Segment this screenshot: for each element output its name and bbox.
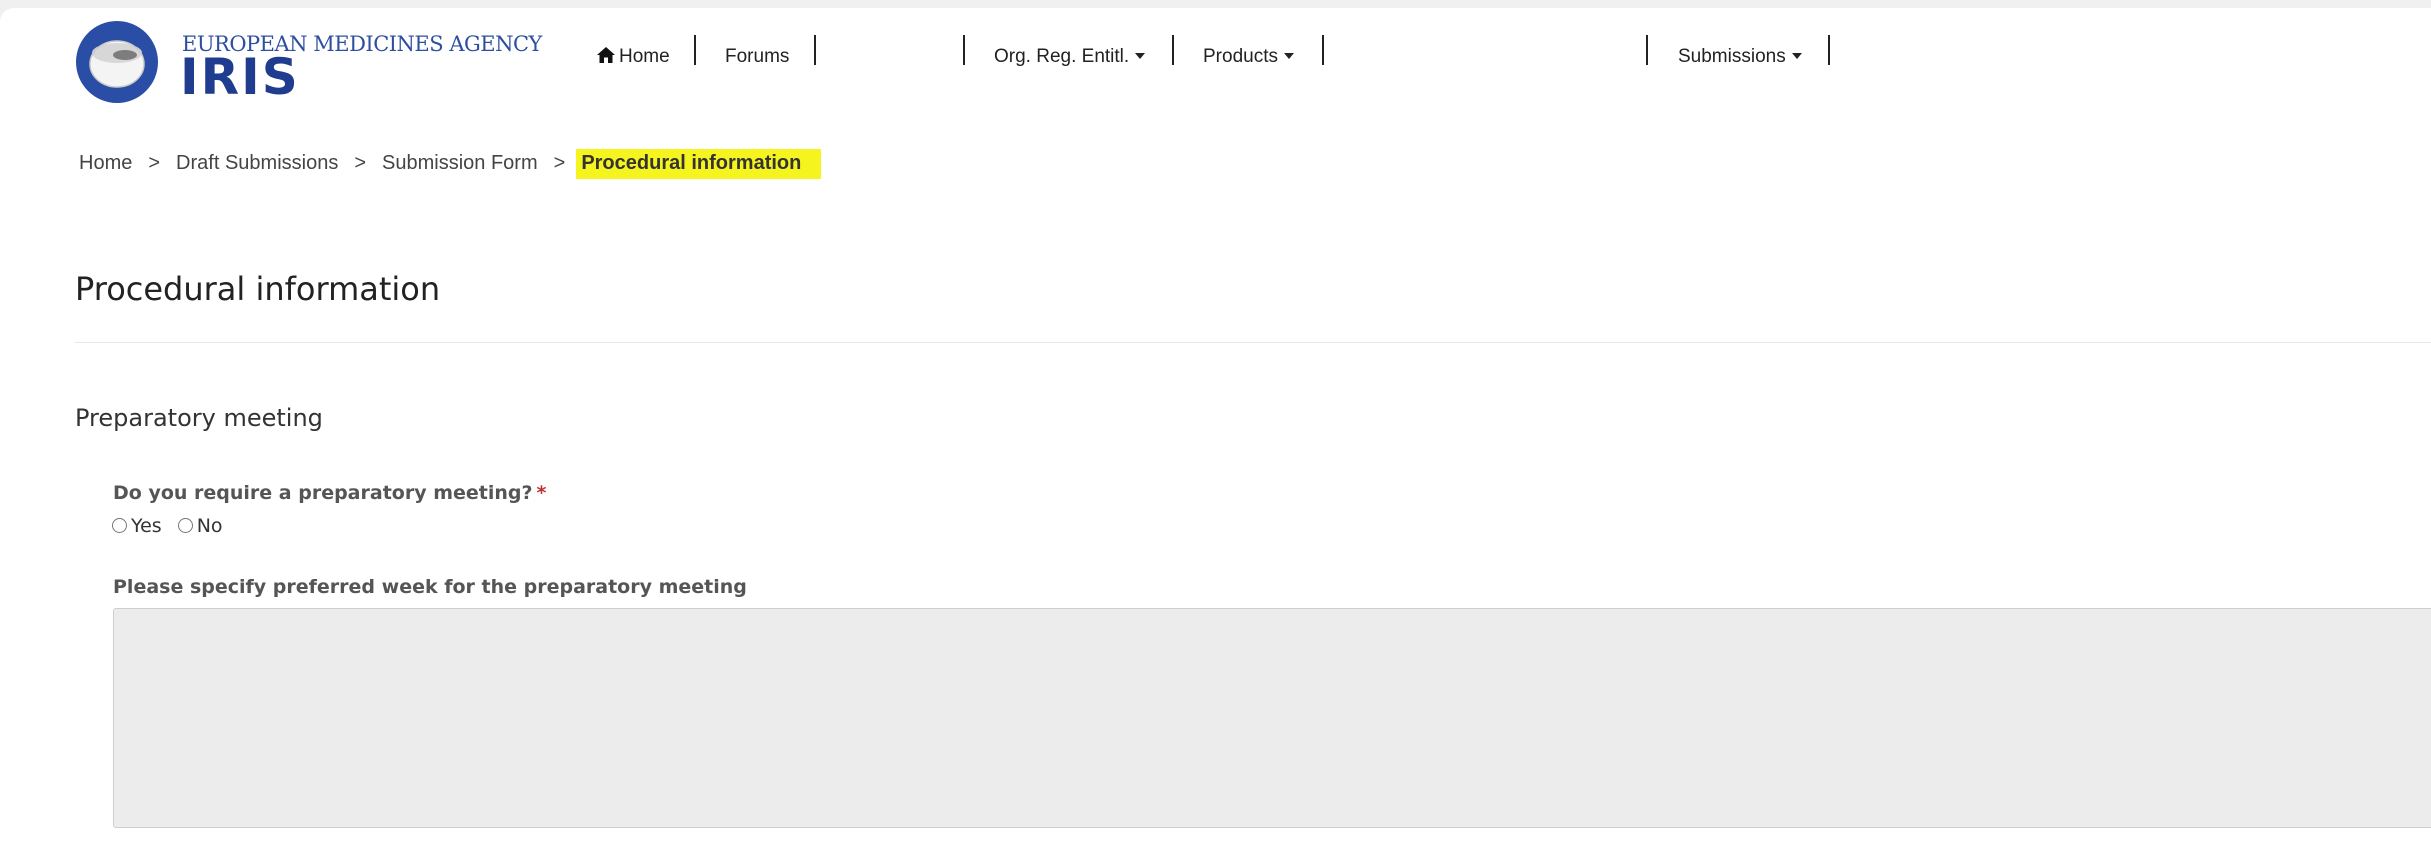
page-container: EUROPEAN MEDICINES AGENCY IRIS Home Foru… xyxy=(0,8,2431,868)
nav-forums[interactable]: Forums xyxy=(725,46,789,68)
radio-yes-option[interactable]: Yes xyxy=(112,515,162,537)
nav-products-label: Products xyxy=(1203,46,1278,67)
preferred-week-label: Please specify preferred week for the pr… xyxy=(113,576,747,598)
preparatory-meeting-options: Yes No xyxy=(112,515,233,537)
breadcrumb-draft-submissions[interactable]: Draft Submissions xyxy=(176,152,338,174)
nav-org-reg-label: Org. Reg. Entitl. xyxy=(994,46,1130,67)
breadcrumb-separator: > xyxy=(354,152,367,174)
nav-home-label: Home xyxy=(619,46,670,67)
nav-separator xyxy=(814,35,816,65)
top-navigation: Home Forums Org. Reg. Entitl. Products S… xyxy=(0,8,2431,108)
home-icon xyxy=(597,47,615,63)
breadcrumb: Home > Draft Submissions > Submission Form > P… xyxy=(79,149,822,179)
section-title: Preparatory meeting xyxy=(75,404,323,432)
nav-submissions-label: Submissions xyxy=(1678,46,1786,67)
question-text: Do you require a preparatory meeting? xyxy=(113,482,533,504)
radio-no-label: No xyxy=(196,515,223,537)
nav-org-reg-dropdown[interactable]: Org. Reg. Entitl. xyxy=(994,46,1146,68)
title-divider xyxy=(75,342,2431,343)
nav-submissions-dropdown[interactable]: Submissions xyxy=(1678,46,1802,68)
nav-separator xyxy=(1172,35,1174,65)
radio-no-option[interactable]: No xyxy=(177,515,223,537)
caret-down-icon xyxy=(1135,53,1146,59)
caret-down-icon xyxy=(1283,53,1294,59)
nav-separator xyxy=(1646,35,1648,65)
required-marker: * xyxy=(536,482,547,504)
nav-separator xyxy=(1322,35,1324,65)
nav-separator xyxy=(963,35,965,65)
breadcrumb-home[interactable]: Home xyxy=(79,152,132,174)
caret-down-icon xyxy=(1791,53,1802,59)
nav-home[interactable]: Home xyxy=(596,46,670,68)
radio-yes-label: Yes xyxy=(131,515,162,537)
breadcrumb-separator: > xyxy=(553,152,566,174)
nav-products-dropdown[interactable]: Products xyxy=(1203,46,1294,68)
page-title: Procedural information xyxy=(75,270,441,308)
breadcrumb-separator: > xyxy=(148,152,161,174)
breadcrumb-submission-form[interactable]: Submission Form xyxy=(382,152,538,174)
nav-separator xyxy=(694,35,696,65)
radio-yes[interactable] xyxy=(112,518,127,533)
preferred-week-textarea[interactable] xyxy=(113,608,2431,828)
radio-no[interactable] xyxy=(177,518,193,533)
breadcrumb-current: Procedural information xyxy=(576,149,822,179)
nav-separator xyxy=(1828,35,1830,65)
preparatory-meeting-question: Do you require a preparatory meeting? * xyxy=(113,482,546,504)
